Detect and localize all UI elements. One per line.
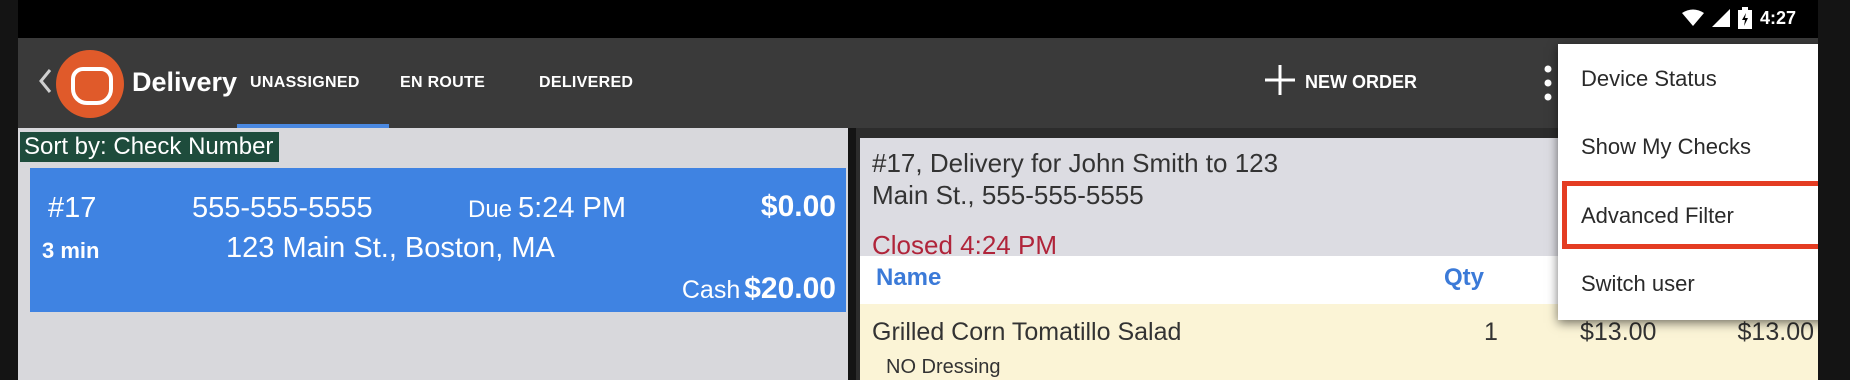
item-total: $13.00: [1737, 318, 1814, 346]
menu-item-advanced-filter[interactable]: Advanced Filter: [1562, 181, 1818, 249]
status-icons: 4:27: [1681, 7, 1796, 29]
more-options-icon[interactable]: [1544, 64, 1552, 107]
status-bar: 4:27: [18, 0, 1818, 38]
app-screen: 4:27 Delivery UNASSIGNED EN ROUTE DELIVE…: [18, 0, 1818, 380]
tab-delivered[interactable]: DELIVERED: [539, 74, 633, 92]
item-price: $13.00: [1580, 318, 1657, 346]
cell-signal-icon: [1711, 9, 1730, 27]
menu-item-show-my-checks[interactable]: Show My Checks: [1558, 112, 1818, 180]
detail-title-line1: #17, Delivery for John Smith to 123: [872, 148, 1279, 178]
menu-item-label: Device Status: [1581, 66, 1717, 91]
item-modifier: NO Dressing: [886, 356, 1001, 378]
order-elapsed: 3 min: [42, 238, 100, 263]
status-time: 4:27: [1759, 7, 1796, 28]
sort-by-label[interactable]: Sort by: Check Number: [20, 132, 280, 162]
menu-item-label: Advanced Filter: [1581, 203, 1734, 228]
due-label: Due: [468, 196, 513, 223]
column-header-qty: Qty: [1444, 264, 1485, 291]
battery-icon: [1737, 7, 1752, 29]
menu-item-label: Show My Checks: [1581, 134, 1751, 159]
tab-unassigned[interactable]: UNASSIGNED: [250, 74, 360, 92]
item-name: Grilled Corn Tomatillo Salad: [872, 318, 1182, 346]
item-qty: 1: [1484, 318, 1498, 346]
order-number: #17: [48, 192, 97, 224]
order-due: Due 5:24 PM: [468, 192, 626, 225]
menu-item-label: Switch user: [1581, 271, 1695, 296]
app-logo[interactable]: [56, 50, 124, 118]
order-list-pane: Sort by: Check Number #17 555-555-5555 D…: [18, 128, 848, 380]
app-bar: Delivery UNASSIGNED EN ROUTE DELIVERED N…: [18, 38, 1818, 128]
new-order-label: NEW ORDER: [1305, 71, 1417, 92]
column-header-name: Name: [876, 264, 942, 291]
back-chevron-icon[interactable]: [38, 68, 52, 99]
order-phone: 555-555-5555: [192, 192, 373, 224]
order-address: 123 Main St., Boston, MA: [226, 232, 555, 264]
device-frame: 4:27 Delivery UNASSIGNED EN ROUTE DELIVE…: [0, 0, 1850, 380]
due-time: 5:24 PM: [518, 192, 627, 224]
plus-icon: [1263, 63, 1297, 102]
payment-label: Cash: [681, 276, 741, 304]
wifi-icon: [1681, 9, 1704, 27]
new-order-button[interactable]: NEW ORDER: [1263, 60, 1417, 104]
tab-en-route[interactable]: EN ROUTE: [400, 74, 485, 92]
page-title: Delivery: [132, 67, 238, 97]
menu-item-switch-user[interactable]: Switch user: [1558, 249, 1818, 317]
detail-title-line2: Main St., 555-555-5555: [872, 180, 1144, 210]
order-card[interactable]: #17 555-555-5555 Due 5:24 PM $0.00 3 min …: [30, 168, 846, 312]
overflow-menu: Device Status Show My Checks Advanced Fi…: [1558, 44, 1818, 320]
order-payment: Cash $20.00: [682, 272, 836, 306]
payment-amount: $20.00: [744, 272, 836, 305]
order-amount: $0.00: [760, 190, 836, 223]
menu-item-device-status[interactable]: Device Status: [1558, 44, 1818, 112]
